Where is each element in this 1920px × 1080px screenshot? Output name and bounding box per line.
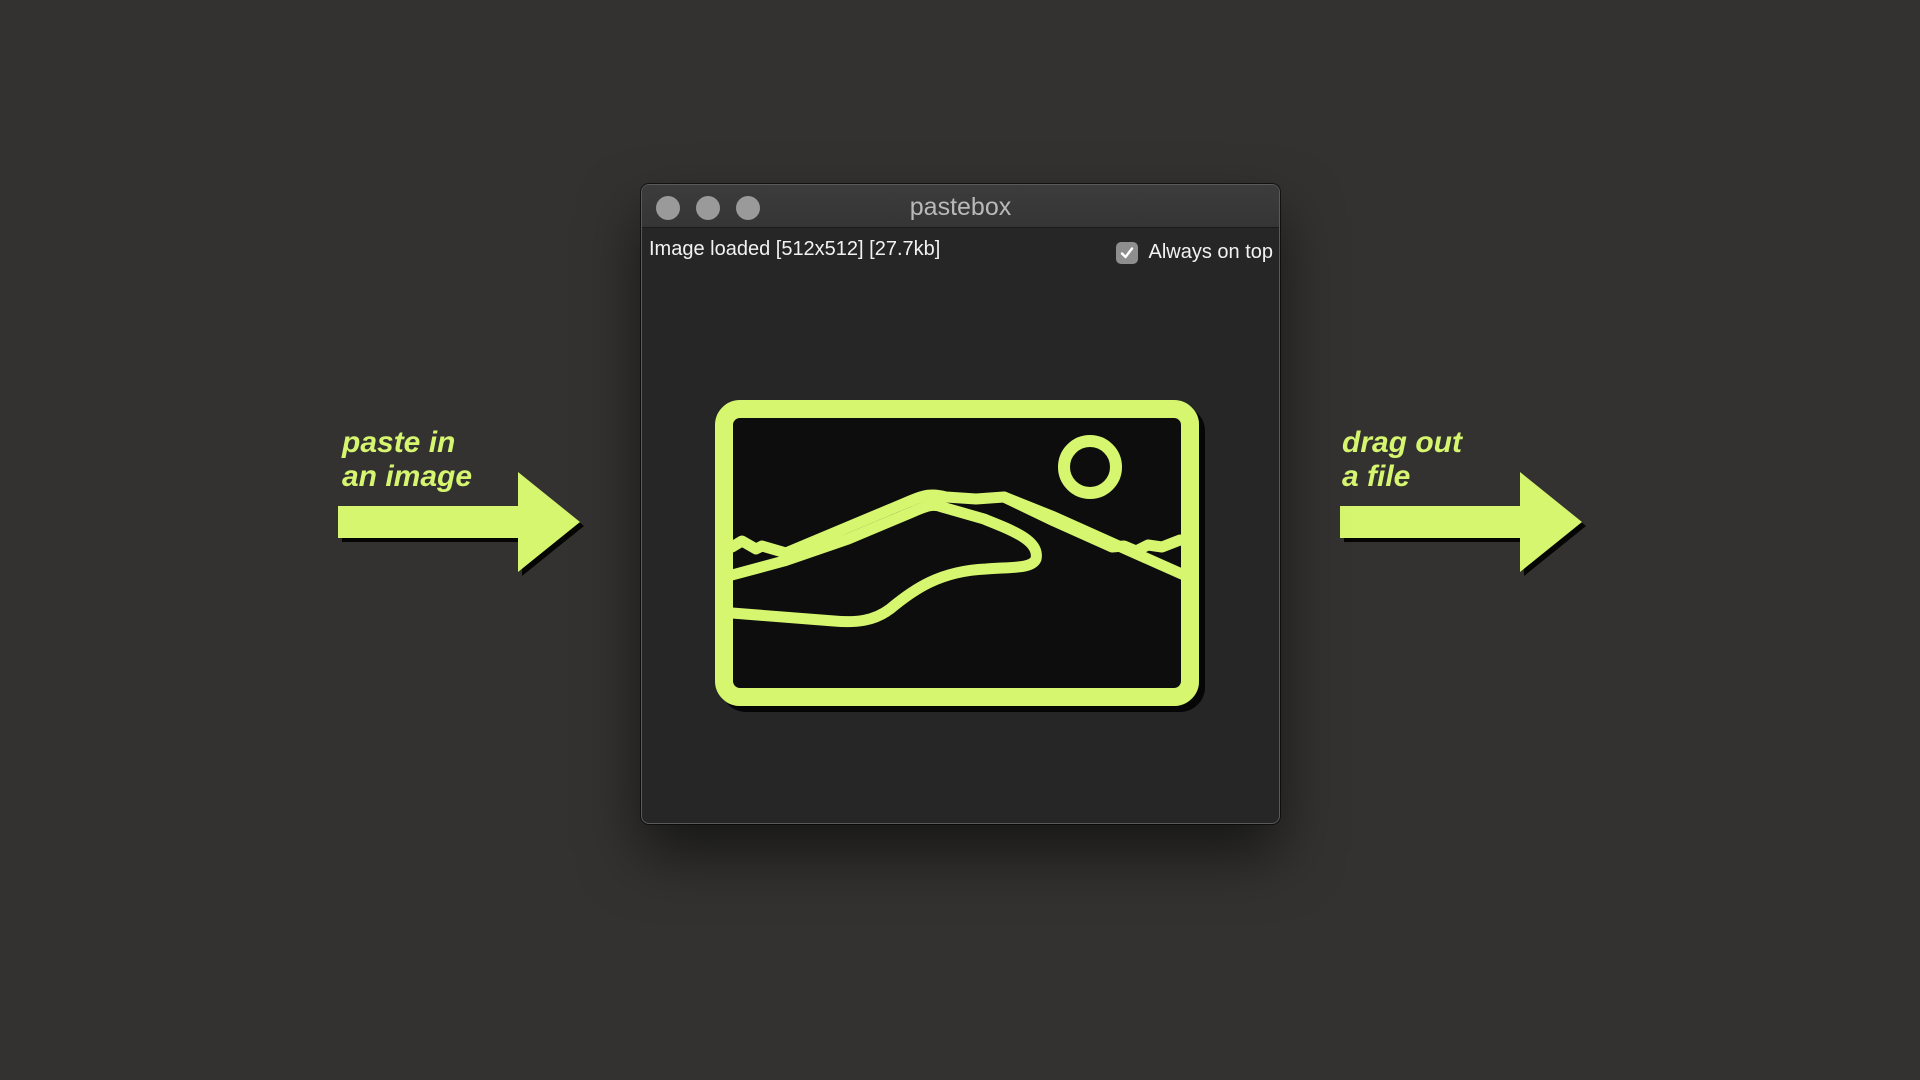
checkmark-icon — [1121, 246, 1134, 258]
image-landscape-icon[interactable] — [714, 399, 1208, 719]
always-on-top-label: Always on top — [1148, 241, 1273, 263]
right-arrow-icon — [338, 472, 584, 576]
paste-callout-line1: paste in — [342, 426, 456, 459]
right-arrow-icon — [1340, 472, 1586, 576]
title-bar[interactable]: pastebox — [642, 185, 1279, 228]
always-on-top-toggle[interactable]: Always on top — [1116, 241, 1273, 264]
drag-callout-line1: drag out — [1342, 426, 1462, 459]
status-text: Image loaded [512x512] [27.7kb] — [649, 238, 941, 260]
always-on-top-checkbox[interactable] — [1116, 241, 1139, 264]
pastebox-window[interactable]: pastebox Image loaded [512x512] [27.7kb]… — [641, 184, 1280, 824]
desktop: paste in an image drag out a file pasteb… — [0, 0, 1920, 1080]
window-title: pastebox — [909, 193, 1012, 221]
